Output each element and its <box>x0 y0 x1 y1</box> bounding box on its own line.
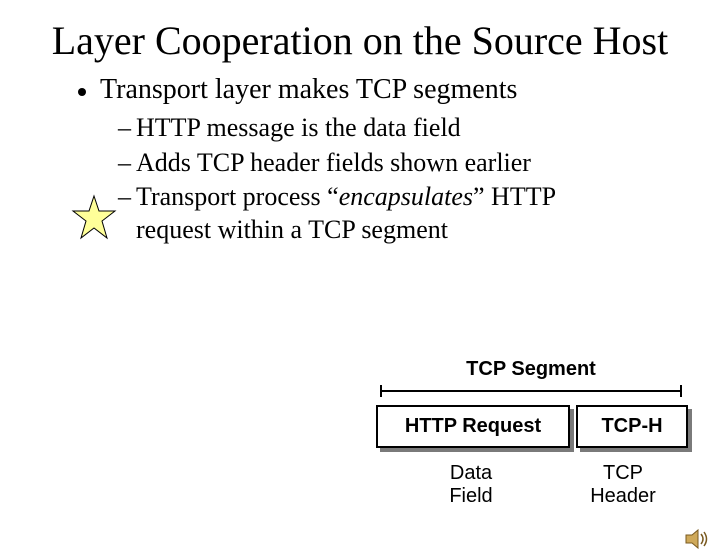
dash-icon: – <box>118 181 136 214</box>
star-icon <box>70 194 118 242</box>
bullet-item: Transport layer makes TCP segments <box>78 74 720 106</box>
data-field-label: Data Field <box>376 462 566 508</box>
tcp-header-box: TCP-H <box>576 405 688 448</box>
bullet-dot-icon <box>78 88 86 96</box>
slide-title: Layer Cooperation on the Source Host <box>40 18 680 64</box>
sub-bullet-text: HTTP message is the data field <box>136 112 461 145</box>
dash-icon: – <box>118 147 136 180</box>
span-bracket-icon <box>376 385 686 397</box>
bullet-text: Transport layer makes TCP segments <box>100 74 517 106</box>
speaker-icon[interactable] <box>684 528 710 550</box>
tcp-header-label: TCP Header <box>566 462 680 508</box>
tcp-segment-diagram: TCP Segment HTTP Request TCP-H Data Fiel… <box>376 358 686 508</box>
http-request-box: HTTP Request <box>376 405 570 448</box>
sub-bullet-list: – HTTP message is the data field – Adds … <box>118 112 720 246</box>
sub-bullet-item: – Transport process “encapsulates” HTTP … <box>118 181 720 246</box>
segment-label: TCP Segment <box>376 358 686 381</box>
sub-bullet-item: – HTTP message is the data field <box>118 112 720 145</box>
sub-bullet-item: – Adds TCP header fields shown earlier <box>118 147 720 180</box>
sub-bullet-text: Transport process “encapsulates” HTTP re… <box>136 181 596 246</box>
sub-bullet-text: Adds TCP header fields shown earlier <box>136 147 531 180</box>
dash-icon: – <box>118 112 136 145</box>
